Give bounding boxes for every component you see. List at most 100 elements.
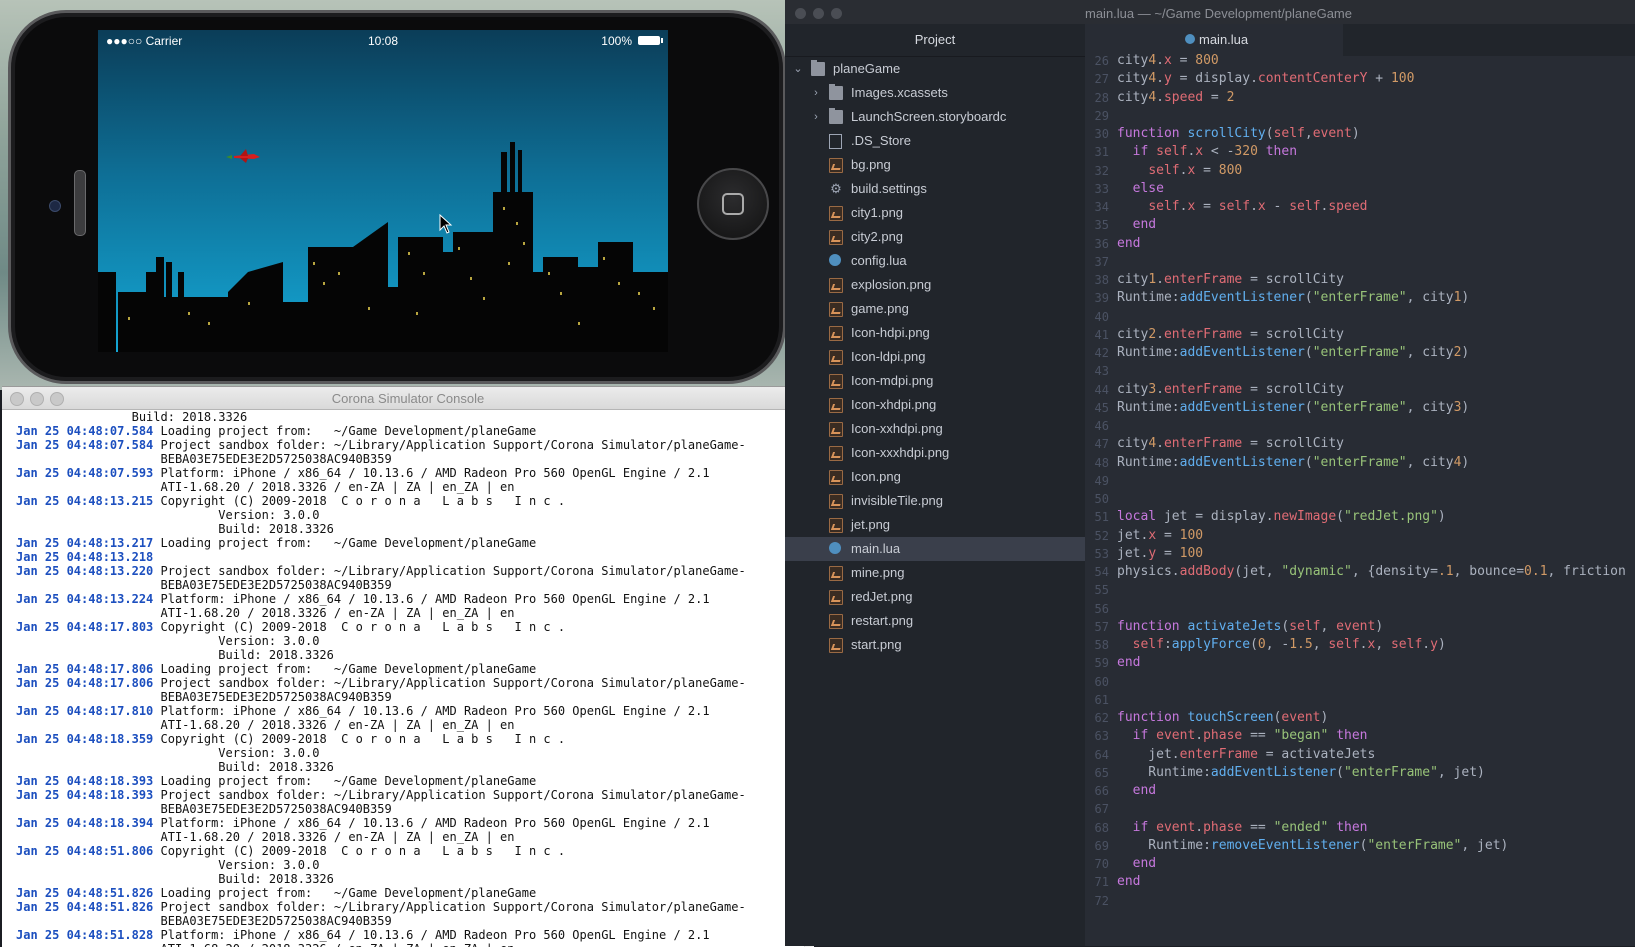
code-line[interactable]: 45 Runtime:addEventListener("enterFrame",… (1085, 399, 1635, 417)
tree-header[interactable]: Project (785, 24, 1085, 57)
code-line[interactable]: 54 physics.addBody(jet, "dynamic", {densi… (1085, 563, 1635, 581)
console-log-line: Jan 25 04:48:13.220 Project sandbox fold… (16, 564, 804, 578)
code-line[interactable]: 33 else (1085, 180, 1635, 198)
line-number: 57 (1094, 619, 1109, 634)
code-line[interactable]: 39 Runtime:addEventListener("enterFrame",… (1085, 289, 1635, 307)
tree-item-mine-png[interactable]: mine.png (785, 561, 1085, 585)
code-line[interactable]: 53 jet.y = 100 (1085, 545, 1635, 563)
code-line[interactable]: 66 end (1085, 782, 1635, 800)
code-line[interactable]: 40 (1085, 308, 1635, 326)
tree-item-explosion-png[interactable]: explosion.png (785, 273, 1085, 297)
editor-minimize-button[interactable] (813, 8, 824, 19)
code-line[interactable]: 48 Runtime:addEventListener("enterFrame",… (1085, 454, 1635, 472)
code-line[interactable]: 51 local jet = display.newImage("redJet.p… (1085, 508, 1635, 526)
code-text: end (1117, 655, 1141, 671)
tree-item-bg-png[interactable]: bg.png (785, 153, 1085, 177)
code-line[interactable]: 55 (1085, 581, 1635, 599)
code-line[interactable]: 68 if event.phase == "ended" then (1085, 819, 1635, 837)
log-timestamp: Jan 25 04:48:17.803 (16, 620, 154, 634)
chevron-down-icon[interactable]: ⌄ (793, 57, 803, 81)
code-line[interactable]: 61 (1085, 691, 1635, 709)
tree-item-main-lua[interactable]: main.lua (785, 537, 1085, 561)
tree-item-invisibletile-png[interactable]: invisibleTile.png (785, 489, 1085, 513)
editor-titlebar[interactable]: main.lua — ~/Game Development/planeGame (785, 0, 1635, 24)
tree-item-label: bg.png (851, 157, 891, 172)
tree-item-icon-png[interactable]: Icon.png (785, 465, 1085, 489)
code-line[interactable]: 41 city2.enterFrame = scrollCity (1085, 326, 1635, 344)
code-line[interactable]: 43 (1085, 362, 1635, 380)
simulator-screen[interactable]: ●●●○○ Carrier 10:08 100% (98, 30, 668, 352)
tree-item-label: Icon-xxxhdpi.png (851, 445, 950, 460)
code-line[interactable]: 59 end (1085, 654, 1635, 672)
code-line[interactable]: 49 (1085, 472, 1635, 490)
tree-item-game-png[interactable]: game.png (785, 297, 1085, 321)
code-line[interactable]: 47 city4.enterFrame = scrollCity (1085, 435, 1635, 453)
code-line[interactable]: 34 self.x = self.x - self.speed (1085, 198, 1635, 216)
tree-item-icon-hdpi-png[interactable]: Icon-hdpi.png (785, 321, 1085, 345)
console-log[interactable]: Build: 2018.3326 Jan 25 04:48:07.584 Load… (2, 410, 804, 947)
tree-item-city1-png[interactable]: city1.png (785, 201, 1085, 225)
code-line[interactable]: 26 city4.x = 800 (1085, 52, 1635, 70)
code-line[interactable]: 70 end (1085, 855, 1635, 873)
code-line[interactable]: 28 city4.speed = 2 (1085, 89, 1635, 107)
console-titlebar[interactable]: Corona Simulator Console (2, 387, 814, 410)
code-line[interactable]: 42 Runtime:addEventListener("enterFrame",… (1085, 344, 1635, 362)
console-log-line: Jan 25 04:48:18.359 Copyright (C) 2009-2… (16, 732, 804, 746)
code-line[interactable]: 46 (1085, 417, 1635, 435)
code-line[interactable]: 37 (1085, 253, 1635, 271)
code-line[interactable]: 60 (1085, 673, 1635, 691)
tree-item-jet-png[interactable]: jet.png (785, 513, 1085, 537)
editor-close-button[interactable] (795, 8, 806, 19)
code-line[interactable]: 65 Runtime:addEventListener("enterFrame"… (1085, 764, 1635, 782)
code-line[interactable]: 44 city3.enterFrame = scrollCity (1085, 381, 1635, 399)
line-number: 63 (1094, 729, 1109, 744)
tree-item-icon-xhdpi-png[interactable]: Icon-xhdpi.png (785, 393, 1085, 417)
chevron-right-icon[interactable]: › (811, 81, 821, 105)
code-line[interactable]: 27 city4.y = display.contentCenterY + 100 (1085, 70, 1635, 88)
tree-item-planegame[interactable]: ⌄ planeGame (785, 57, 1085, 81)
code-line[interactable]: 67 (1085, 800, 1635, 818)
tree-item-config-lua[interactable]: config.lua (785, 249, 1085, 273)
code-line[interactable]: 50 (1085, 490, 1635, 508)
code-line[interactable]: 30 function scrollCity(self,event) (1085, 125, 1635, 143)
tree-item-icon-xxxhdpi-png[interactable]: Icon-xxxhdpi.png (785, 441, 1085, 465)
code-pane[interactable]: main.lua 26 city4.x = 800 27 city4.y = disp… (1085, 24, 1635, 946)
code-line[interactable]: 64 jet.enterFrame = activateJets (1085, 746, 1635, 764)
code-line[interactable]: 38 city1.enterFrame = scrollCity (1085, 271, 1635, 289)
tree-item-redjet-png[interactable]: redJet.png (785, 585, 1085, 609)
image-file-icon (829, 230, 843, 245)
code-line[interactable]: 63 if event.phase == "began" then (1085, 727, 1635, 745)
tree-item-icon-xxhdpi-png[interactable]: Icon-xxhdpi.png (785, 417, 1085, 441)
tree-item-city2-png[interactable]: city2.png (785, 225, 1085, 249)
tree-item-restart-png[interactable]: restart.png (785, 609, 1085, 633)
tree-item-icon-ldpi-png[interactable]: Icon-ldpi.png (785, 345, 1085, 369)
line-number: 60 (1094, 674, 1109, 689)
tree-item-launchscreen-storyboardc[interactable]: › LaunchScreen.storyboardc (785, 105, 1085, 129)
code-text: jet.enterFrame = activateJets (1117, 746, 1376, 762)
code-line[interactable]: 62 function touchScreen(event) (1085, 709, 1635, 727)
tree-item-ds-store[interactable]: .DS_Store (785, 129, 1085, 153)
code-line[interactable]: 36 end (1085, 235, 1635, 253)
home-button-icon[interactable] (697, 168, 769, 240)
code-line[interactable]: 29 (1085, 107, 1635, 125)
code-line[interactable]: 71 end (1085, 873, 1635, 891)
code-line[interactable]: 31 if self.x < -320 then (1085, 143, 1635, 161)
code-line[interactable]: 56 (1085, 600, 1635, 618)
code-line[interactable]: 57 function activateJets(self, event) (1085, 618, 1635, 636)
code-line[interactable]: 72 (1085, 892, 1635, 910)
code-line[interactable]: 69 Runtime:removeEventListener("enterFra… (1085, 837, 1635, 855)
editor-zoom-button[interactable] (831, 8, 842, 19)
code-line[interactable]: 35 end (1085, 216, 1635, 234)
code-line[interactable]: 32 self.x = 800 (1085, 162, 1635, 180)
tree-item-images-xcassets[interactable]: › Images.xcassets (785, 81, 1085, 105)
code-line[interactable]: 58 self:applyForce(0, -1.5, self.x, self… (1085, 636, 1635, 654)
tree-item-icon-mdpi-png[interactable]: Icon-mdpi.png (785, 369, 1085, 393)
code-editor[interactable]: 26 city4.x = 800 27 city4.y = display.conte… (1085, 52, 1635, 910)
chevron-right-icon[interactable]: › (811, 105, 821, 129)
tree-item-build-settings[interactable]: ⚙ build.settings (785, 177, 1085, 201)
tree-item-start-png[interactable]: start.png (785, 633, 1085, 657)
code-text: city3.enterFrame = scrollCity (1117, 381, 1344, 397)
code-line[interactable]: 52 jet.x = 100 (1085, 527, 1635, 545)
console-log-line: BEBA03E75EDE3E2D5725038AC940B359 (16, 690, 804, 704)
log-message: Project sandbox folder: ~/Library/Applic… (153, 900, 746, 914)
